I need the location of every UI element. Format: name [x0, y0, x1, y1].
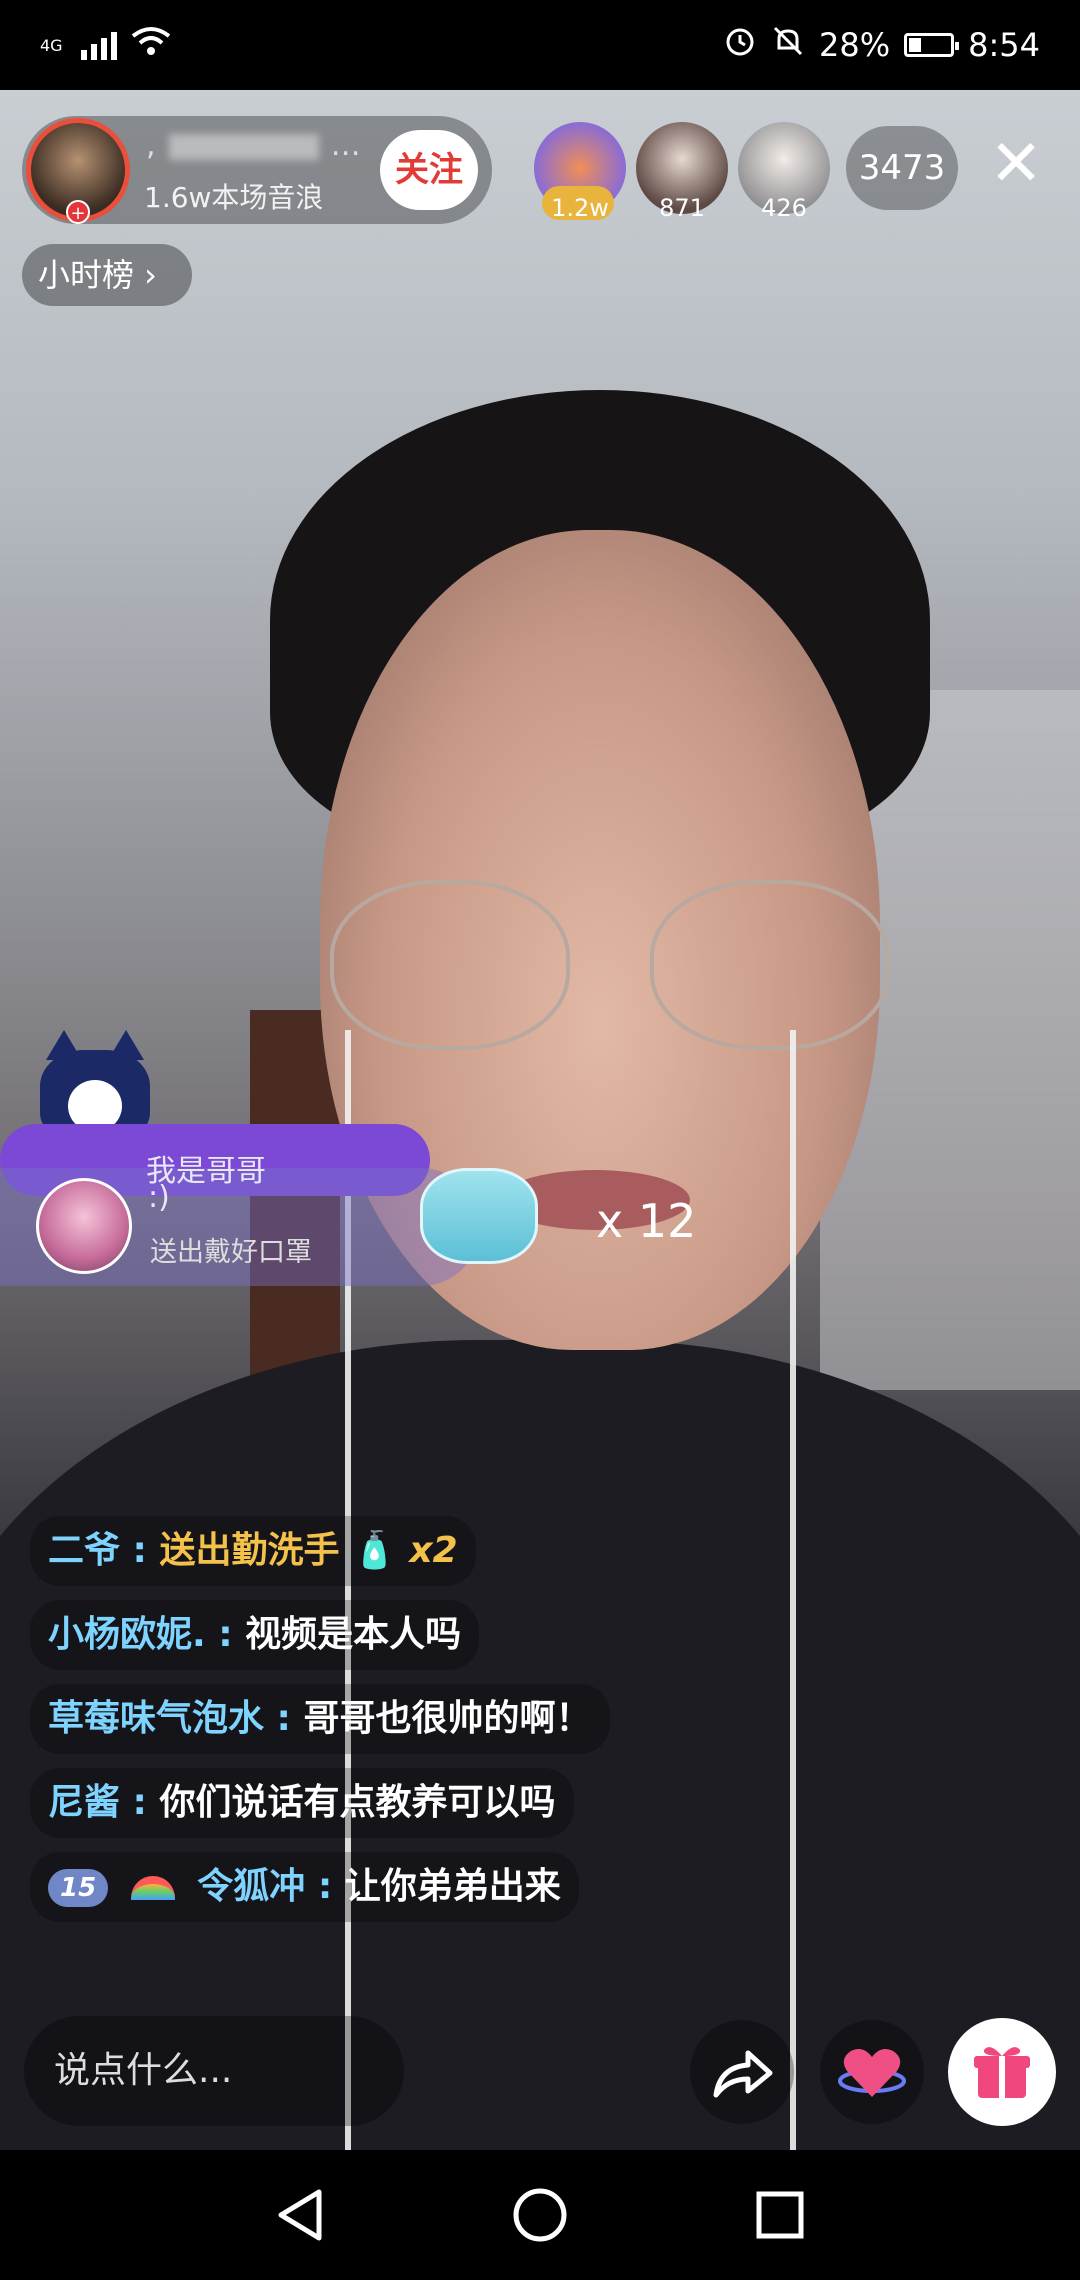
comment-list: 二爷 : 送出勤洗手 🧴 x2 小杨欧妮. : 视频是本人吗 草莓味气泡水 : …: [30, 1516, 730, 1936]
viewer-contribution: 1.2w: [551, 194, 609, 222]
alarm-icon: [723, 24, 757, 66]
host-badge-icon: +: [66, 200, 90, 224]
top-viewer-2[interactable]: 871: [636, 122, 728, 222]
system-nav-bar: [0, 2150, 1080, 2280]
user-level-badge: 15: [48, 1869, 109, 1907]
gift-sender-avatar[interactable]: [36, 1178, 132, 1274]
rainbow-icon: [130, 1876, 175, 1900]
status-bar: 4G 28% 8:54: [0, 0, 1080, 90]
host-name[interactable]: , …: [146, 128, 363, 163]
hand-wash-icon: 🧴: [352, 1530, 397, 1571]
gift-icon: [974, 2047, 1030, 2098]
back-icon[interactable]: [265, 2180, 335, 2250]
signal-icon: [80, 30, 117, 60]
share-icon: [713, 2050, 773, 2098]
host-name-text: ,: [146, 128, 158, 163]
gift-button[interactable]: [948, 2018, 1056, 2126]
home-icon[interactable]: [505, 2180, 575, 2250]
viewer-contribution: 426: [761, 194, 807, 222]
recents-icon[interactable]: [745, 2180, 815, 2250]
comment-user: 尼酱 :: [48, 1782, 147, 1823]
comment-multiplier: x2: [409, 1530, 458, 1571]
comment-user: 二爷 :: [48, 1530, 147, 1571]
online-count[interactable]: 3473: [846, 126, 958, 210]
follow-button[interactable]: 关注: [380, 130, 478, 210]
like-button[interactable]: [820, 2020, 924, 2124]
face-mask-icon: [420, 1168, 538, 1264]
battery-fill: [909, 38, 922, 52]
comment-user: 小杨欧妮. :: [48, 1614, 233, 1655]
mute-icon: [771, 24, 805, 66]
comment-item[interactable]: 二爷 : 送出勤洗手 🧴 x2: [30, 1516, 476, 1586]
comment-item[interactable]: 尼酱 : 你们说话有点教养可以吗: [30, 1768, 574, 1838]
top-viewer-3[interactable]: 426: [738, 122, 830, 222]
top-viewer-1[interactable]: 1.2w: [534, 122, 626, 222]
comment-user: 草莓味气泡水 :: [48, 1698, 291, 1739]
host-name-blur: [169, 133, 320, 160]
heart-icon: [838, 2049, 906, 2097]
network-type: 4G: [40, 35, 63, 55]
comment-text: 你们说话有点教养可以吗: [159, 1782, 556, 1823]
comment-user: 令狐冲 :: [197, 1866, 333, 1907]
comment-text: 送出勤洗手: [159, 1530, 340, 1571]
comment-item[interactable]: 小杨欧妮. : 视频是本人吗: [30, 1600, 480, 1670]
glasses: [330, 880, 890, 1080]
close-icon[interactable]: ✕: [984, 132, 1048, 198]
comment-text: 视频是本人吗: [245, 1614, 462, 1655]
viewer-contribution: 871: [659, 194, 705, 222]
hour-rank-button[interactable]: 小时榜 ›: [22, 244, 192, 306]
host-stats: 1.6w本场音浪: [144, 181, 324, 214]
comment-text: 让你弟弟出来: [344, 1866, 561, 1907]
battery-icon: [904, 33, 960, 57]
gift-multiplier: x 12: [596, 1194, 697, 1248]
battery-percent: 28%: [819, 26, 891, 64]
host-name-suffix: …: [330, 128, 363, 163]
comment-item[interactable]: 草莓味气泡水 : 哥哥也很帅的啊！: [30, 1684, 610, 1754]
wifi-icon: [131, 26, 171, 64]
gift-sender-suffix: :): [148, 1180, 170, 1215]
earphone-cable: [790, 1030, 796, 2150]
clock: 8:54: [968, 26, 1040, 64]
comment-text: 哥哥也很帅的啊！: [303, 1698, 592, 1739]
share-button[interactable]: [690, 2020, 794, 2124]
gift-action: 送出戴好口罩: [150, 1237, 312, 1268]
comment-item[interactable]: 15 令狐冲 : 让你弟弟出来: [30, 1852, 579, 1922]
comment-input[interactable]: 说点什么...: [24, 2016, 404, 2126]
